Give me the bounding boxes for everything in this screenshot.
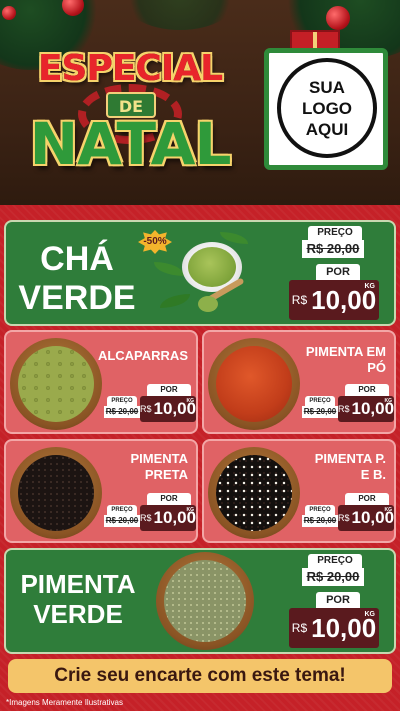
product-name: PIMENTA VERDE (20, 569, 136, 629)
capers-image (18, 346, 94, 422)
logo-placeholder[interactable]: SUA LOGO AQUI (264, 48, 388, 170)
leaf-icon (154, 262, 184, 276)
old-price: R$ 20,00 (302, 240, 364, 258)
currency-symbol: R$ (139, 404, 152, 414)
product-card[interactable]: ALCAPARRAS PREÇO R$ 20,00 POR R$ 10,00 K… (4, 330, 198, 434)
gift-decoration (290, 30, 340, 50)
green-pepper-image (164, 560, 246, 642)
price-label: PREÇO (305, 505, 335, 515)
product-card[interactable]: PIMENTA EM PÓ PREÇO R$ 20,00 POR R$ 10,0… (202, 330, 396, 434)
por-label: POR (147, 384, 191, 396)
currency-symbol: R$ (291, 293, 308, 307)
product-name: PIMENTA PRETA (130, 451, 188, 482)
old-price: R$ 20,00 (104, 406, 140, 418)
cta-banner[interactable]: Crie seu encarte com este tema! (8, 659, 392, 693)
price-label: PREÇO (107, 505, 137, 515)
new-price-box: R$ 10,00 KG (289, 608, 379, 648)
black-pepper-image (18, 455, 94, 531)
new-price-box: R$ 10,00 KG (289, 280, 379, 320)
new-price-box: R$ 10,00 KG (140, 396, 196, 422)
logo-circle: SUA LOGO AQUI (277, 58, 377, 158)
unit-label: KG (364, 611, 376, 618)
unit-label: KG (364, 283, 376, 290)
disclaimer-footnote: *Imagens Meramente Ilustrativas (6, 698, 123, 707)
leaf-icon (220, 232, 248, 244)
por-label: POR (147, 493, 191, 505)
unit-label: KG (186, 507, 195, 513)
price-label: PREÇO (107, 396, 137, 406)
spoon-powder-image (198, 296, 218, 312)
paprika-powder-image (216, 346, 292, 422)
old-price: R$ 20,00 (104, 515, 140, 527)
por-label: POR (316, 592, 360, 608)
pine-branch-decoration (120, 0, 240, 30)
product-name: PIMENTA P. E B. (314, 451, 386, 482)
matcha-powder-image (188, 247, 236, 287)
unit-label: KG (384, 507, 393, 513)
old-price: R$ 20,00 (302, 568, 364, 586)
old-price: R$ 20,00 (302, 515, 338, 527)
product-name: PIMENTA EM PÓ (305, 344, 386, 375)
ornament-decoration (2, 6, 16, 20)
currency-symbol: R$ (139, 513, 152, 523)
new-price-box: R$ 10,00 KG (338, 505, 394, 531)
product-name: CHÁ VERDE (18, 240, 136, 318)
currency-symbol: R$ (337, 404, 350, 414)
currency-symbol: R$ (291, 621, 308, 635)
product-name: ALCAPARRAS (97, 348, 188, 363)
currency-symbol: R$ (337, 513, 350, 523)
product-card[interactable]: PIMENTA P. E B. PREÇO R$ 20,00 POR R$ 10… (202, 439, 396, 543)
leaf-icon (160, 294, 190, 308)
unit-label: KG (186, 398, 195, 404)
new-price-box: R$ 10,00 KG (140, 505, 196, 531)
price-label: PREÇO (305, 396, 335, 406)
new-price-box: R$ 10,00 KG (338, 396, 394, 422)
por-label: POR (345, 384, 389, 396)
title-especial: ESPECIAL (37, 48, 223, 89)
title-natal: NATAL (29, 110, 232, 178)
unit-label: KG (384, 398, 393, 404)
price-label: PREÇO (308, 554, 362, 568)
featured-product-card[interactable]: CHÁ VERDE PREÇO R$ 20,00 POR R$ 10,00 KG (4, 220, 396, 326)
featured-product-card[interactable]: PIMENTA VERDE PREÇO R$ 20,00 POR R$ 10,0… (4, 548, 396, 654)
por-label: POR (345, 493, 389, 505)
mixed-pepper-image (216, 455, 292, 531)
product-card[interactable]: PIMENTA PRETA PREÇO R$ 20,00 POR R$ 10,0… (4, 439, 198, 543)
por-label: POR (316, 264, 360, 280)
old-price: R$ 20,00 (302, 406, 338, 418)
christmas-title: ESPECIAL DE NATAL (10, 48, 250, 178)
header-banner: ESPECIAL DE NATAL SUA LOGO AQUI (0, 0, 400, 215)
price-label: PREÇO (308, 226, 362, 240)
ornament-decoration (326, 6, 350, 30)
logo-text: SUA LOGO AQUI (301, 77, 353, 139)
